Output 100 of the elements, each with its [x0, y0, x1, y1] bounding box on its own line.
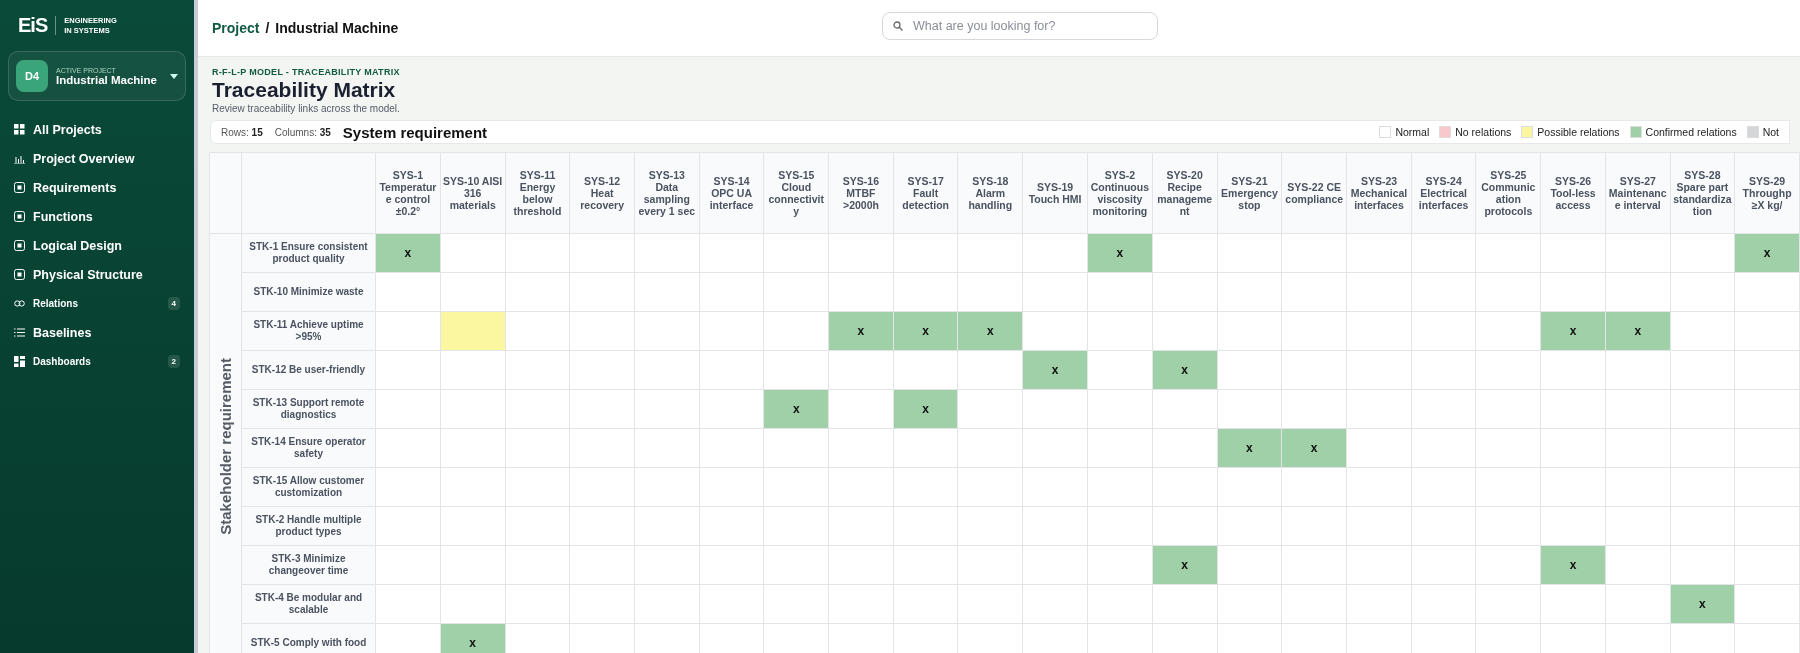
- matrix-cell[interactable]: [1346, 311, 1412, 351]
- sidebar-item[interactable]: Logical Design: [8, 231, 186, 260]
- matrix-cell[interactable]: [1605, 506, 1671, 546]
- matrix-cell[interactable]: [375, 350, 441, 390]
- matrix-cell[interactable]: [440, 233, 506, 273]
- matrix-cell[interactable]: [957, 584, 1023, 624]
- matrix-cell[interactable]: [1670, 623, 1735, 653]
- matrix-cell[interactable]: [1734, 545, 1800, 585]
- matrix-cell[interactable]: [699, 350, 764, 390]
- matrix-cell[interactable]: [634, 623, 700, 653]
- matrix-cell[interactable]: x: [893, 389, 958, 429]
- matrix-cell[interactable]: [1022, 506, 1088, 546]
- sidebar-item[interactable]: Relations 4: [8, 289, 186, 318]
- matrix-cell[interactable]: [505, 311, 570, 351]
- matrix-cell[interactable]: x: [1670, 584, 1735, 624]
- matrix-cell[interactable]: [1217, 545, 1282, 585]
- matrix-cell[interactable]: [763, 311, 829, 351]
- matrix-cell[interactable]: [1087, 389, 1153, 429]
- matrix-cell[interactable]: [634, 467, 700, 507]
- matrix-cell[interactable]: [1475, 233, 1541, 273]
- matrix-cell[interactable]: [1281, 623, 1347, 653]
- matrix-cell[interactable]: [1734, 506, 1800, 546]
- matrix-cell[interactable]: [440, 428, 506, 468]
- matrix-cell[interactable]: [569, 428, 635, 468]
- matrix-cell[interactable]: [375, 389, 441, 429]
- matrix-cell[interactable]: [763, 272, 829, 312]
- matrix-cell[interactable]: [1281, 506, 1347, 546]
- matrix-cell[interactable]: [505, 389, 570, 429]
- matrix-cell[interactable]: [1734, 389, 1800, 429]
- matrix-cell[interactable]: [1540, 584, 1606, 624]
- matrix-cell[interactable]: [1670, 467, 1735, 507]
- matrix-cell[interactable]: x: [1022, 350, 1088, 390]
- sidebar-item[interactable]: Project Overview: [8, 144, 186, 173]
- matrix-cell[interactable]: [1281, 272, 1347, 312]
- matrix-cell[interactable]: [699, 233, 764, 273]
- matrix-cell[interactable]: [1022, 623, 1088, 653]
- matrix-cell[interactable]: [828, 467, 894, 507]
- matrix-cell[interactable]: [440, 467, 506, 507]
- matrix-cell[interactable]: [1087, 623, 1153, 653]
- matrix-cell[interactable]: [1346, 233, 1412, 273]
- matrix-cell[interactable]: [1475, 467, 1541, 507]
- matrix-cell[interactable]: [1411, 584, 1476, 624]
- matrix-cell[interactable]: [1670, 233, 1735, 273]
- matrix-cell[interactable]: [634, 389, 700, 429]
- matrix-cell[interactable]: [634, 545, 700, 585]
- matrix-cell[interactable]: [569, 623, 635, 653]
- matrix-cell[interactable]: [893, 272, 958, 312]
- matrix-cell[interactable]: [1087, 272, 1153, 312]
- matrix-cell[interactable]: [893, 623, 958, 653]
- matrix-cell[interactable]: [893, 584, 958, 624]
- matrix-cell[interactable]: [634, 584, 700, 624]
- matrix-cell[interactable]: [1022, 233, 1088, 273]
- matrix-cell[interactable]: [1540, 467, 1606, 507]
- search-field[interactable]: What are you looking for?: [882, 12, 1158, 40]
- matrix-cell[interactable]: [505, 467, 570, 507]
- matrix-cell[interactable]: [699, 545, 764, 585]
- matrix-cell[interactable]: [1605, 350, 1671, 390]
- matrix-cell[interactable]: [440, 350, 506, 390]
- matrix-cell[interactable]: [634, 506, 700, 546]
- matrix-cell[interactable]: [440, 584, 506, 624]
- sidebar-item[interactable]: Requirements: [8, 173, 186, 202]
- matrix-cell[interactable]: x: [763, 389, 829, 429]
- matrix-cell[interactable]: [957, 233, 1023, 273]
- matrix-cell[interactable]: [1475, 389, 1541, 429]
- matrix-cell[interactable]: [1475, 350, 1541, 390]
- matrix-cell[interactable]: [1670, 506, 1735, 546]
- matrix-cell[interactable]: [699, 311, 764, 351]
- matrix-cell[interactable]: [569, 467, 635, 507]
- matrix-cell[interactable]: [1734, 428, 1800, 468]
- matrix-cell[interactable]: [1022, 272, 1088, 312]
- matrix-cell[interactable]: [893, 233, 958, 273]
- matrix-cell[interactable]: [763, 506, 829, 546]
- matrix-cell[interactable]: [1281, 389, 1347, 429]
- matrix-cell[interactable]: x: [440, 623, 506, 653]
- matrix-cell[interactable]: [1281, 545, 1347, 585]
- matrix-cell[interactable]: [1411, 506, 1476, 546]
- matrix-cell[interactable]: [634, 272, 700, 312]
- matrix-cell[interactable]: [1152, 428, 1218, 468]
- matrix-cell[interactable]: [957, 389, 1023, 429]
- matrix-cell[interactable]: [1605, 623, 1671, 653]
- matrix-cell[interactable]: [1346, 467, 1412, 507]
- matrix-cell[interactable]: [634, 233, 700, 273]
- matrix-cell[interactable]: [1670, 428, 1735, 468]
- matrix-cell[interactable]: x: [375, 233, 441, 273]
- matrix-cell[interactable]: [1087, 545, 1153, 585]
- matrix-cell[interactable]: [1540, 389, 1606, 429]
- matrix-cell[interactable]: [440, 506, 506, 546]
- matrix-cell[interactable]: [1411, 233, 1476, 273]
- matrix-cell[interactable]: [375, 428, 441, 468]
- matrix-cell[interactable]: [1022, 428, 1088, 468]
- matrix-cell[interactable]: [957, 272, 1023, 312]
- matrix-cell[interactable]: [1217, 467, 1282, 507]
- matrix-cell[interactable]: [505, 584, 570, 624]
- matrix-cell[interactable]: [569, 584, 635, 624]
- matrix-cell[interactable]: [1605, 389, 1671, 429]
- matrix-cell[interactable]: [1670, 311, 1735, 351]
- matrix-cell[interactable]: [1475, 428, 1541, 468]
- matrix-cell[interactable]: [1411, 428, 1476, 468]
- matrix-cell[interactable]: [1217, 311, 1282, 351]
- matrix-cell[interactable]: [569, 506, 635, 546]
